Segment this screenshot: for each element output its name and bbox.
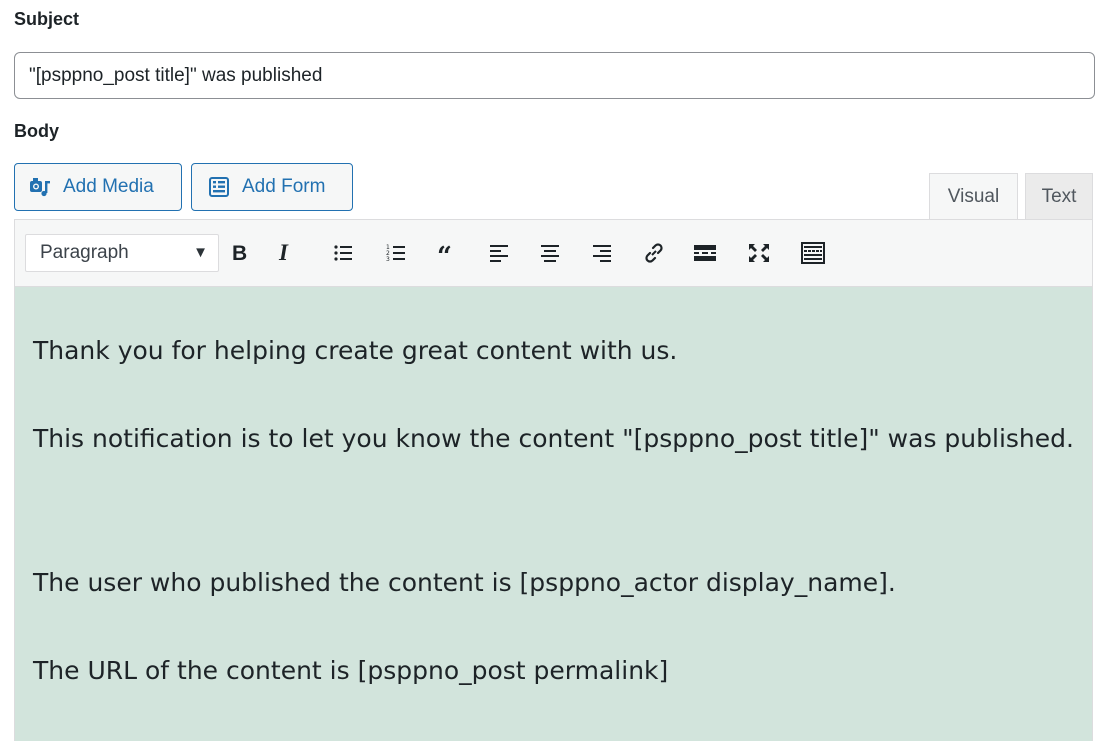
read-more-button[interactable] <box>687 234 723 272</box>
blockquote-button[interactable]: “ <box>430 234 466 272</box>
align-left-button[interactable] <box>481 234 517 272</box>
camera-music-icon <box>30 178 50 197</box>
link-button[interactable] <box>636 234 672 272</box>
content-paragraph: The URL of the content is [psppno_post p… <box>33 656 669 685</box>
body-label: Body <box>14 121 59 141</box>
svg-text:“: “ <box>437 243 452 263</box>
form-icon <box>209 177 229 197</box>
bulleted-list-icon <box>334 245 352 261</box>
bulleted-list-button[interactable] <box>325 234 361 272</box>
add-form-button[interactable]: Add Form <box>191 163 353 211</box>
numbered-list-button[interactable]: 1 2 3 <box>378 234 414 272</box>
editor-content[interactable]: Thank you for helping create great conte… <box>15 287 1092 741</box>
editor-frame: Paragraph ▼ B I 1 2 3 “ Thank you for he… <box>14 219 1093 741</box>
numbered-list-icon: 1 2 3 <box>386 244 405 263</box>
italic-button[interactable]: I <box>267 234 303 272</box>
blockquote-icon: “ <box>437 243 452 263</box>
svg-text:B: B <box>232 242 247 264</box>
svg-text:I: I <box>278 242 289 264</box>
bold-button[interactable]: B <box>221 234 257 272</box>
add-media-label: Add Media <box>63 176 154 197</box>
align-left-icon <box>490 245 508 262</box>
fullscreen-icon <box>749 244 769 262</box>
fullscreen-button[interactable] <box>741 234 777 272</box>
format-select[interactable]: Paragraph ▼ <box>25 234 219 272</box>
svg-text:3: 3 <box>386 256 390 263</box>
read-more-icon <box>694 245 716 261</box>
editor-toolbar: Paragraph ▼ B I 1 2 3 “ <box>15 220 1092 287</box>
toolbar-toggle-button[interactable] <box>795 234 831 272</box>
toolbar-toggle-icon <box>801 242 825 264</box>
italic-icon: I <box>278 242 289 264</box>
subject-label: Subject <box>14 9 80 29</box>
content-paragraph: Thank you for helping create great conte… <box>33 336 678 365</box>
add-form-label: Add Form <box>242 176 326 197</box>
align-right-button[interactable] <box>584 234 620 272</box>
add-media-button[interactable]: Add Media <box>14 163 182 211</box>
subject-input[interactable] <box>14 52 1095 99</box>
tab-visual[interactable]: Visual <box>929 173 1018 219</box>
chevron-down-icon: ▼ <box>193 244 208 261</box>
content-paragraph: The user who published the content is [p… <box>33 568 896 597</box>
align-right-icon <box>593 245 611 262</box>
align-center-icon <box>541 245 559 262</box>
align-center-button[interactable] <box>532 234 568 272</box>
tab-text[interactable]: Text <box>1025 173 1093 219</box>
link-icon <box>645 243 663 263</box>
content-paragraph: This notification is to let you know the… <box>33 424 1074 453</box>
format-select-value: Paragraph <box>40 242 129 263</box>
bold-icon: B <box>232 242 247 264</box>
